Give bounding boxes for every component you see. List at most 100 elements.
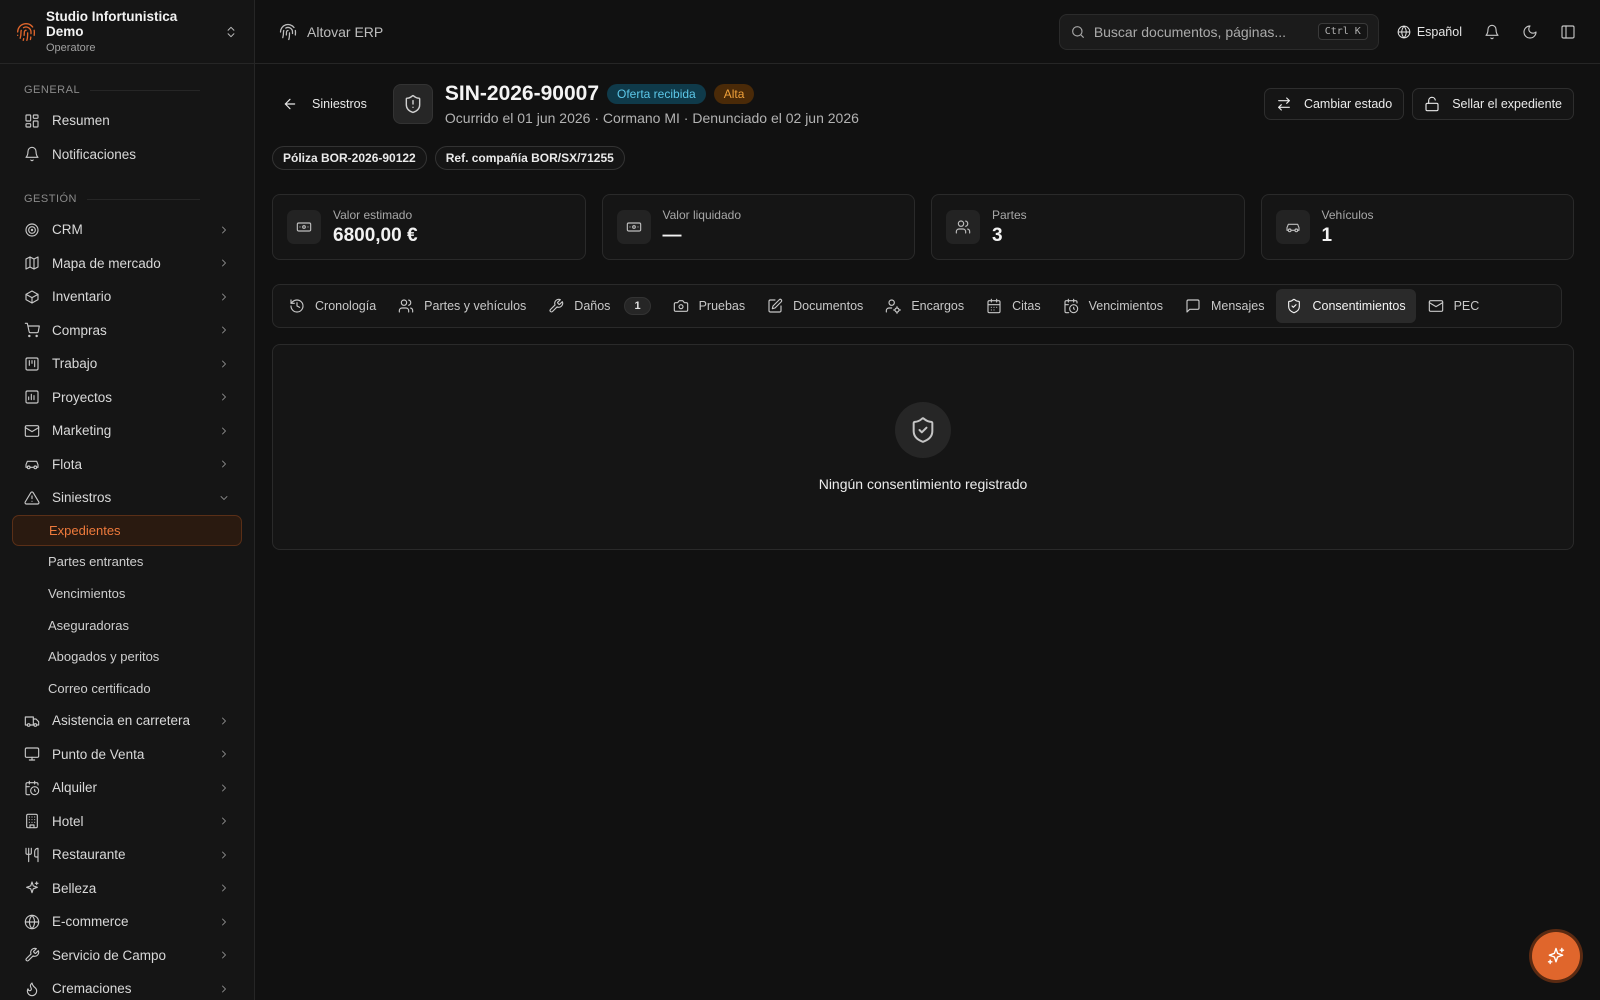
sidebar-item-servicio-de-campo[interactable]: Servicio de Campo <box>0 939 254 973</box>
tab-citas[interactable]: Citas <box>976 289 1050 323</box>
file-edit-icon <box>767 298 783 314</box>
sidebar-item-belleza[interactable]: Belleza <box>0 872 254 906</box>
sidebar-item-notificaciones[interactable]: Notificaciones <box>0 138 254 172</box>
chevron-right-icon <box>222 884 226 892</box>
utensils-icon <box>24 847 40 863</box>
sidebar-item-resumen[interactable]: Resumen <box>0 104 254 138</box>
stat-value: 1 <box>1321 224 1333 246</box>
empty-state-text: Ningún consentimiento registrado <box>818 476 1028 492</box>
brand[interactable]: Altovar ERP <box>279 23 383 41</box>
sidebar-item-label: Alquiler <box>52 780 98 796</box>
policy-chip: Póliza BOR-2026-90122 <box>272 146 427 170</box>
tab-danos[interactable]: Daños 1 <box>538 289 660 323</box>
stat-value: — <box>662 224 682 246</box>
tab-label: Daños <box>574 299 611 313</box>
banknote-icon <box>287 210 321 244</box>
tab-label: Documentos <box>793 299 864 313</box>
sidebar-item-hotel[interactable]: Hotel <box>0 805 254 839</box>
sidebar-item-label: Hotel <box>52 813 84 829</box>
seal-case-button[interactable]: Sellar el expediente <box>1412 88 1574 120</box>
wrench-icon <box>24 947 40 963</box>
sidebar-item-inventario[interactable]: Inventario <box>0 280 254 314</box>
calendar-icon <box>986 298 1002 314</box>
sidebar-item-restaurante[interactable]: Restaurante <box>0 838 254 872</box>
tab-label: Citas <box>1012 299 1041 313</box>
panel-toggle-icon[interactable] <box>1560 24 1576 40</box>
moon-icon[interactable] <box>1522 24 1538 40</box>
main-content: Siniestros SIN-2026-90007 Oferta recibid… <box>272 64 1574 550</box>
truck-icon <box>24 713 40 729</box>
change-status-button[interactable]: Cambiar estado <box>1263 88 1405 120</box>
calendar-clock-icon <box>24 780 40 796</box>
sidebar-item-cremaciones[interactable]: Cremaciones <box>0 972 254 1000</box>
tab-mensajes[interactable]: Mensajes <box>1175 289 1275 323</box>
search-input[interactable] <box>1093 23 1310 40</box>
bell-icon <box>24 146 40 162</box>
sidebar-item-siniestros[interactable]: Siniestros <box>0 481 254 515</box>
chevron-right-icon <box>222 985 226 993</box>
tab-cronologia[interactable]: Cronología <box>279 289 386 323</box>
org-switcher[interactable]: Studio Infortunistica Demo Operatore <box>0 0 254 64</box>
sidebar-item-punto-de-venta[interactable]: Punto de Venta <box>0 738 254 772</box>
sidebar-item-trabajo[interactable]: Trabajo <box>0 347 254 381</box>
tab-encargos[interactable]: Encargos <box>875 289 974 323</box>
bell-icon[interactable] <box>1484 24 1500 40</box>
sidebar-item-mapa-de-mercado[interactable]: Mapa de mercado <box>0 247 254 281</box>
stat-card-parties: Partes 3 <box>931 194 1245 260</box>
sidebar-item-marketing[interactable]: Marketing <box>0 414 254 448</box>
sidebar-item-asistencia-en-carretera[interactable]: Asistencia en carretera <box>0 704 254 738</box>
sidebar: Studio Infortunistica Demo Operatore GEN… <box>0 0 255 1000</box>
org-name: Studio Infortunistica Demo <box>46 9 178 39</box>
fingerprint-logo-icon <box>16 22 36 42</box>
tab-pruebas[interactable]: Pruebas <box>663 289 756 323</box>
stat-card-vehicles: Vehículos 1 <box>1260 194 1574 260</box>
tab-partes-y-vehiculos[interactable]: Partes y vehículos <box>388 289 536 323</box>
page-title: SIN-2026-90007 <box>444 82 599 105</box>
sidebar-subitem-vencimientos[interactable]: Vencimientos <box>0 578 254 610</box>
tab-pec[interactable]: PEC <box>1418 289 1490 323</box>
shield-alert-icon <box>392 84 433 124</box>
section-label-general: GENERAL <box>0 84 254 96</box>
sidebar-subitem-abogados-y-peritos[interactable]: Abogados y peritos <box>0 641 254 673</box>
sidebar-subitem-aseguradoras[interactable]: Aseguradoras <box>0 609 254 641</box>
lock-open-icon <box>1424 96 1440 112</box>
status-badge: Oferta recibida <box>607 84 706 104</box>
stat-label: Partes <box>992 207 1027 222</box>
chevron-right-icon <box>222 326 226 334</box>
sidebar-item-compras[interactable]: Compras <box>0 314 254 348</box>
chevron-right-icon <box>222 393 226 401</box>
building-icon <box>24 813 40 829</box>
tab-label: PEC <box>1453 299 1480 313</box>
sidebar-item-alquiler[interactable]: Alquiler <box>0 771 254 805</box>
sidebar-item-flota[interactable]: Flota <box>0 448 254 482</box>
sidebar-item-label: Marketing <box>52 423 112 439</box>
sidebar-item-e-commerce[interactable]: E-commerce <box>0 905 254 939</box>
language-label: Español <box>1416 24 1462 39</box>
case-header: Siniestros SIN-2026-90007 Oferta recibid… <box>272 64 1574 144</box>
chevron-right-icon <box>222 427 226 435</box>
tab-vencimientos[interactable]: Vencimientos <box>1053 289 1173 323</box>
camera-icon <box>673 298 689 314</box>
search-box[interactable]: Ctrl K <box>1058 13 1379 50</box>
sidebar-subitem-partes-entrantes[interactable]: Partes entrantes <box>0 546 254 578</box>
sidebar-subitem-expedientes[interactable]: Expedientes <box>12 514 242 547</box>
stats-row: Valor estimado 6800,00 € Valor liquidado… <box>272 194 1574 260</box>
sidebar-subitem-correo-certificado[interactable]: Correo certificado <box>0 672 254 704</box>
sidebar-item-proyectos[interactable]: Proyectos <box>0 381 254 415</box>
stat-label: Valor estimado <box>333 207 413 222</box>
tab-consentimientos[interactable]: Consentimientos <box>1276 289 1416 323</box>
tab-label: Mensajes <box>1210 299 1265 313</box>
tab-documentos[interactable]: Documentos <box>757 289 873 323</box>
section-label-gestion: GESTIÓN <box>0 193 254 205</box>
language-selector[interactable]: Español <box>1397 25 1462 39</box>
case-subtitle: Ocurrido el 01 jun 2026 · Cormano MI · D… <box>444 110 859 126</box>
chevron-right-icon <box>222 717 226 725</box>
ai-assistant-button[interactable] <box>1532 932 1580 980</box>
wrench-icon <box>548 298 564 314</box>
sidebar-item-crm[interactable]: CRM <box>0 213 254 247</box>
sidebar-item-label: CRM <box>52 222 83 238</box>
back-link[interactable]: Siniestros <box>272 96 367 112</box>
sidebar-item-label: Siniestros <box>52 490 112 506</box>
monitor-icon <box>24 746 40 762</box>
priority-badge: Alta <box>713 84 755 104</box>
